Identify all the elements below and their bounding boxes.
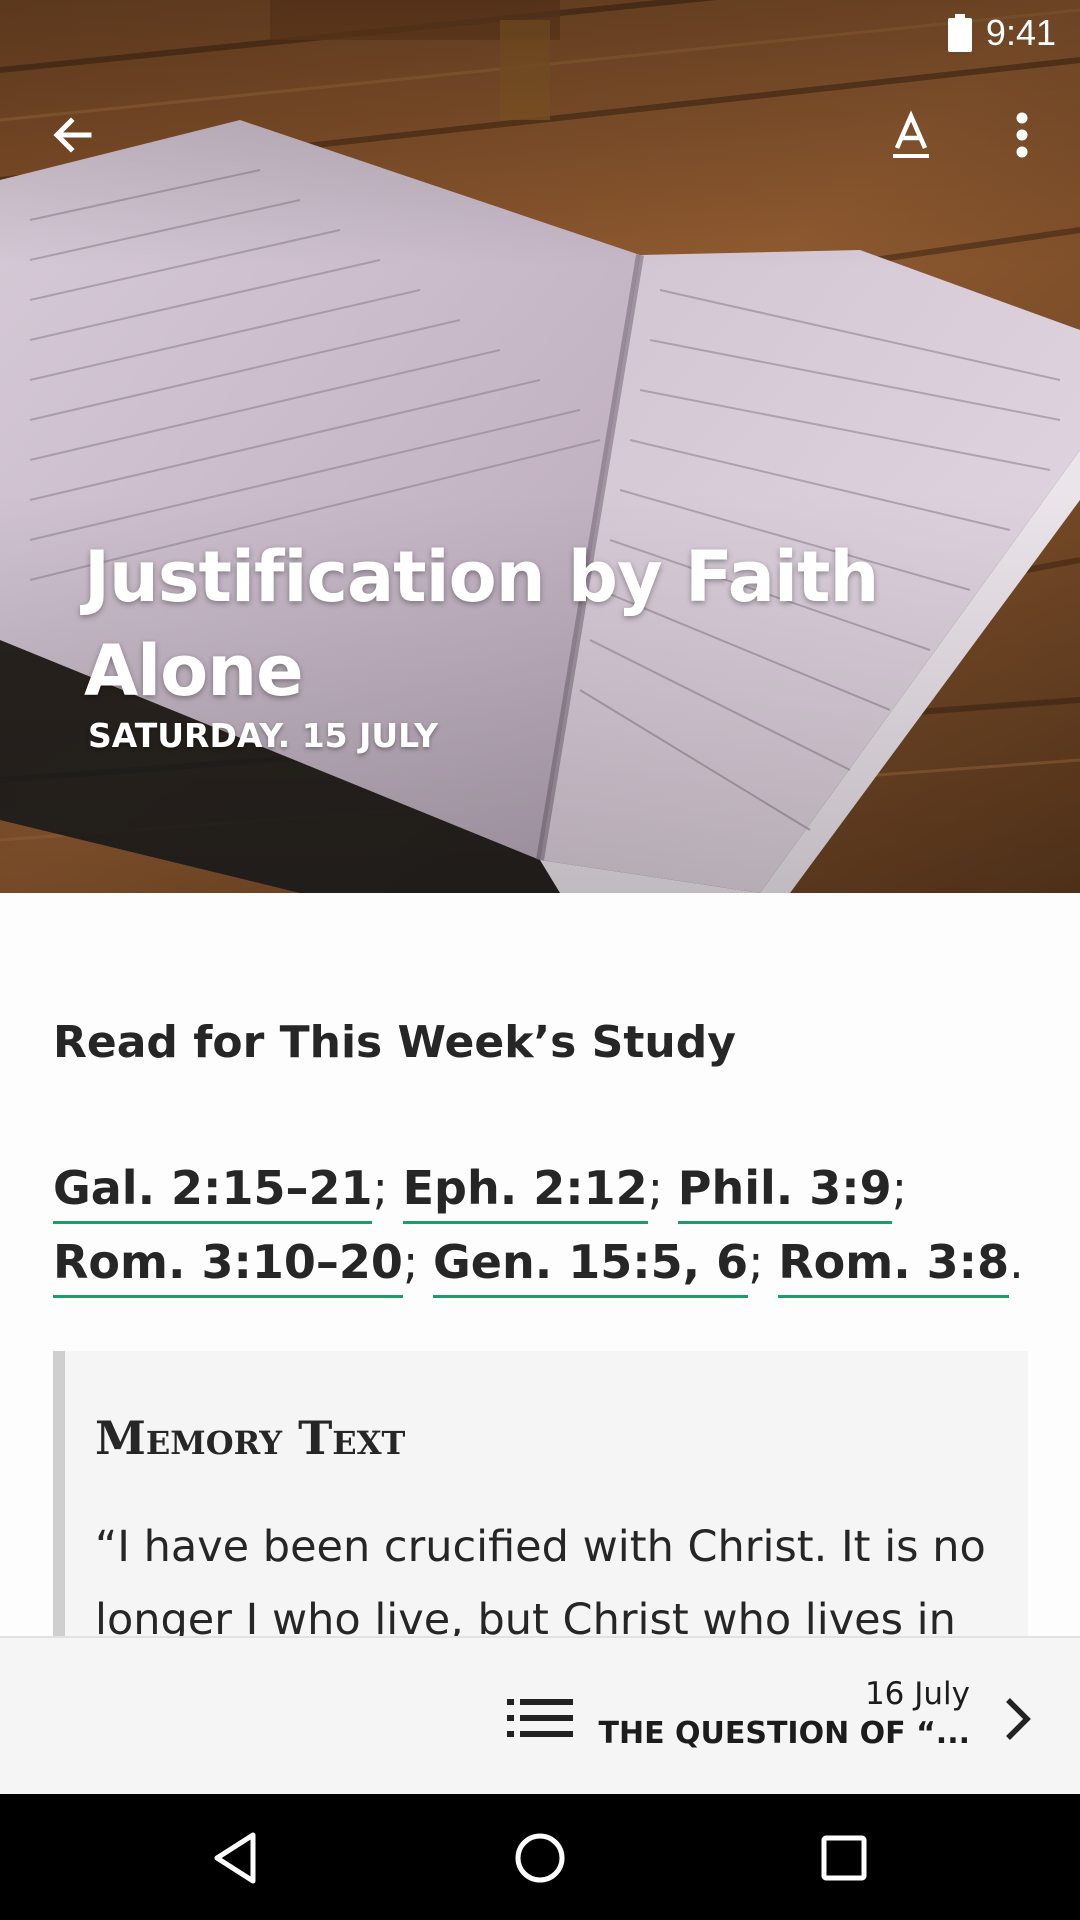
memory-text-quote: “I have been crucified with Christ. It i… (95, 1522, 986, 1636)
scripture-references: Gal. 2:15–21; Eph. 2:12; Phil. 3:9; Rom.… (53, 1151, 1033, 1299)
system-back-button[interactable] (196, 1818, 276, 1898)
list-icon (507, 1699, 573, 1737)
reference-link[interactable]: Phil. 3:9 (677, 1161, 892, 1224)
nav-back-icon (214, 1832, 256, 1884)
system-recent-button[interactable] (804, 1818, 884, 1898)
hero-header: 9:41 Justification by Faith Alone SATURD… (0, 0, 1080, 893)
text-format-icon (893, 110, 929, 158)
more-options-button[interactable] (977, 90, 1067, 180)
font-settings-button[interactable] (866, 90, 956, 180)
toolbar (0, 90, 1080, 180)
lesson-date: SATURDAY. 15 JULY (88, 716, 438, 755)
lesson-title: Justification by Faith Alone (84, 536, 879, 712)
status-bar: 9:41 (947, 8, 1056, 58)
reference-link[interactable]: Rom. 3:10–20 (53, 1235, 403, 1298)
system-navigation-bar (0, 1794, 1080, 1920)
back-button[interactable] (28, 90, 118, 180)
next-lesson-title: THE QUESTION OF “... (598, 1716, 971, 1751)
system-home-button[interactable] (500, 1818, 580, 1898)
lesson-content[interactable]: Read for This Week’s Study Gal. 2:15–21;… (0, 893, 1080, 1636)
more-vertical-icon (1016, 112, 1028, 158)
bottom-navigation: 16 July THE QUESTION OF “... (0, 1636, 1080, 1794)
nav-home-icon (515, 1833, 565, 1883)
reference-link[interactable]: Eph. 2:12 (402, 1161, 648, 1224)
lesson-list-button[interactable] (500, 1678, 580, 1758)
memory-text-block: Memory Text “I have been crucified with … (53, 1351, 1028, 1636)
next-lesson-button[interactable] (982, 1684, 1052, 1754)
nav-recent-icon (821, 1835, 867, 1881)
reference-link[interactable]: Rom. 3:8 (778, 1235, 1010, 1298)
chevron-right-icon (1006, 1698, 1031, 1740)
battery-full-icon (947, 14, 972, 52)
reference-link[interactable]: Gal. 2:15–21 (53, 1161, 373, 1224)
section-title: Read for This Week’s Study (53, 1017, 736, 1068)
next-lesson-info[interactable]: 16 July THE QUESTION OF “... (599, 1676, 971, 1751)
reference-link[interactable]: Gen. 15:5, 6 (433, 1235, 749, 1298)
arrow-left-icon (53, 117, 92, 153)
next-lesson-date: 16 July (864, 1676, 970, 1712)
status-time: 9:41 (985, 12, 1056, 53)
memory-text-label: Memory Text (95, 1411, 406, 1465)
